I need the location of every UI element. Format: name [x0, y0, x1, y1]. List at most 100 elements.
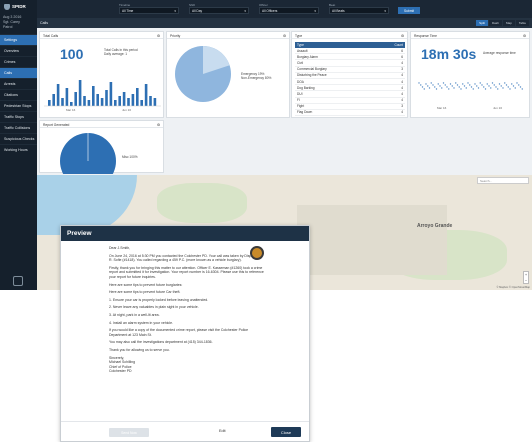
scatter-point: [439, 85, 441, 87]
close-button[interactable]: Close: [271, 427, 301, 437]
scatter-point: [427, 85, 429, 87]
chevron-up-icon[interactable]: [13, 276, 23, 286]
chart-bar: [109, 82, 113, 106]
letter-tip: 3. At night, park in a well-lit area.: [109, 312, 160, 317]
shield-icon: [4, 3, 10, 10]
sidebar-item-traffic-stops[interactable]: Traffic Stops: [0, 111, 37, 122]
response-dots: [418, 82, 523, 90]
gear-icon[interactable]: ⚙: [157, 34, 160, 38]
zoom-control[interactable]: + −: [523, 271, 529, 284]
calls-bar-chart: Mar 16 Jun 16: [44, 80, 161, 112]
tab-dash[interactable]: Dash: [488, 20, 502, 26]
sidebar-item-pedestrian-stops[interactable]: Pedestrian Stops: [0, 100, 37, 111]
scatter-point: [491, 82, 494, 84]
scatter-point: [444, 84, 446, 86]
view-tabs: Split Dash Map Table: [476, 20, 529, 26]
tab-table[interactable]: Table: [515, 20, 529, 26]
map-search-input[interactable]: Search...: [477, 177, 529, 184]
xtick: Jun 16: [493, 106, 502, 110]
beat-select[interactable]: All Beats ▾: [329, 7, 389, 14]
card-report-generated: Report Generated ⚙ Misc 100%: [39, 120, 164, 174]
officer-value: All Officers: [262, 8, 278, 13]
filter-officer[interactable]: Officer All Officers ▾: [259, 3, 319, 14]
cell-type: Disturbing the Peace: [297, 73, 327, 78]
sidebar-item-settings[interactable]: Settings: [0, 34, 37, 45]
zoom-out-icon[interactable]: −: [524, 278, 528, 284]
letter-paragraph: Here are some tips to prevent future bur…: [109, 282, 183, 287]
scatter-point: [458, 86, 460, 88]
scatter-point: [518, 84, 520, 86]
tab-map[interactable]: Map: [502, 20, 515, 26]
sidebar-item-traffic-collisions[interactable]: Traffic Collisions: [0, 122, 37, 133]
chart-bar: [114, 100, 117, 106]
gear-icon[interactable]: ⚙: [283, 34, 286, 38]
map-credits[interactable]: © Mapbox © OpenStreetMap: [496, 286, 530, 289]
scatter-point: [500, 85, 502, 87]
sidebar-item-crimes[interactable]: Crimes: [0, 56, 37, 67]
sidebar-item-suspicious-checks[interactable]: Suspicious Checks: [0, 133, 37, 144]
response-time-value: 18m 30s: [421, 46, 477, 62]
send-now-button[interactable]: Send Now: [109, 428, 149, 437]
scatter-point: [418, 82, 420, 84]
filter-timeline[interactable]: Timeline All Time ▾: [119, 3, 179, 14]
scatter-point: [505, 84, 508, 86]
brand-name: SPIDR: [12, 4, 26, 9]
cell-type: Commercial Burglary: [297, 67, 327, 72]
letter-signature: Sincerely, Michael Schilling Chief of Po…: [109, 356, 264, 374]
gear-icon[interactable]: ⚙: [401, 34, 404, 38]
response-scatter: Mar 16 Jun 16: [418, 82, 523, 110]
col-count: Count: [394, 43, 403, 47]
scatter-point: [453, 87, 455, 89]
cell-count: 4: [401, 98, 403, 103]
police-seal-icon: [250, 246, 264, 260]
brand-logo[interactable]: SPIDR: [0, 0, 37, 13]
priority-pie: [175, 46, 231, 102]
response-time-note: Average response time: [483, 51, 516, 55]
shift-select[interactable]: All Day ▾: [189, 7, 249, 14]
sidebar-item-calls[interactable]: Calls: [0, 67, 37, 78]
card-title: Report Generated: [43, 122, 70, 127]
dashboard: Total Calls ⚙ 100 Total Calls in this per…: [37, 28, 532, 175]
scatter-point: [446, 86, 448, 88]
letter-paragraph: Here are some tips to prevent future Car…: [109, 290, 181, 295]
chart-bar: [144, 84, 148, 106]
filter-beat[interactable]: Beat All Beats ▾: [329, 3, 389, 14]
sidebar-item-citations[interactable]: Citations: [0, 89, 37, 100]
note-line-2: Daily average: 1: [104, 52, 128, 56]
scatter-point: [469, 84, 471, 86]
letter-paragraph: Firstly, thank you for bringing this mat…: [109, 265, 264, 279]
letter-greeting: Dear J.Smith,: [109, 246, 131, 250]
chevron-down-icon: ▾: [314, 8, 316, 13]
gear-icon[interactable]: ⚙: [523, 34, 526, 38]
officer-select[interactable]: All Officers ▾: [259, 7, 319, 14]
urban-area: [297, 205, 447, 275]
scatter-point: [430, 82, 432, 84]
scatter-point: [420, 84, 422, 86]
sidebar-item-arrests[interactable]: Arrests: [0, 78, 37, 89]
filter-shift[interactable]: Shift All Day ▾: [189, 3, 249, 14]
scatter-point: [425, 83, 427, 85]
letter-tip: 1. Ensure your car is properly locked be…: [109, 297, 209, 302]
chart-bar: [153, 98, 157, 106]
scatter-point: [509, 88, 511, 90]
total-calls-value: 100: [60, 46, 84, 62]
type-table: Type Count Assault 6 Burglary Alarm 6 Civil 4…: [295, 42, 405, 117]
scatter-point: [497, 88, 499, 90]
sidebar-item-overview[interactable]: Overview: [0, 45, 37, 56]
shift-value: All Day: [192, 8, 203, 13]
sidebar-item-working-hours[interactable]: Working Hours: [0, 144, 37, 155]
timeline-select[interactable]: All Time ▾: [119, 7, 179, 14]
timeline-value: All Time: [122, 8, 134, 13]
gear-icon[interactable]: ⚙: [157, 123, 160, 127]
modal-footer: Send Now Edit Close: [61, 421, 309, 441]
scatter-point: [507, 86, 509, 88]
chart-bar: [74, 92, 77, 106]
edit-button[interactable]: Edit: [219, 429, 226, 433]
submit-button[interactable]: Submit: [398, 7, 420, 14]
cell-type: Burglary Alarm: [297, 54, 318, 59]
card-total-calls: Total Calls ⚙ 100 Total Calls in this per…: [39, 31, 164, 118]
card-title: Type: [295, 33, 303, 38]
calls-bars: [48, 80, 157, 106]
tab-split[interactable]: Split: [476, 20, 488, 26]
scatter-point: [442, 82, 445, 84]
